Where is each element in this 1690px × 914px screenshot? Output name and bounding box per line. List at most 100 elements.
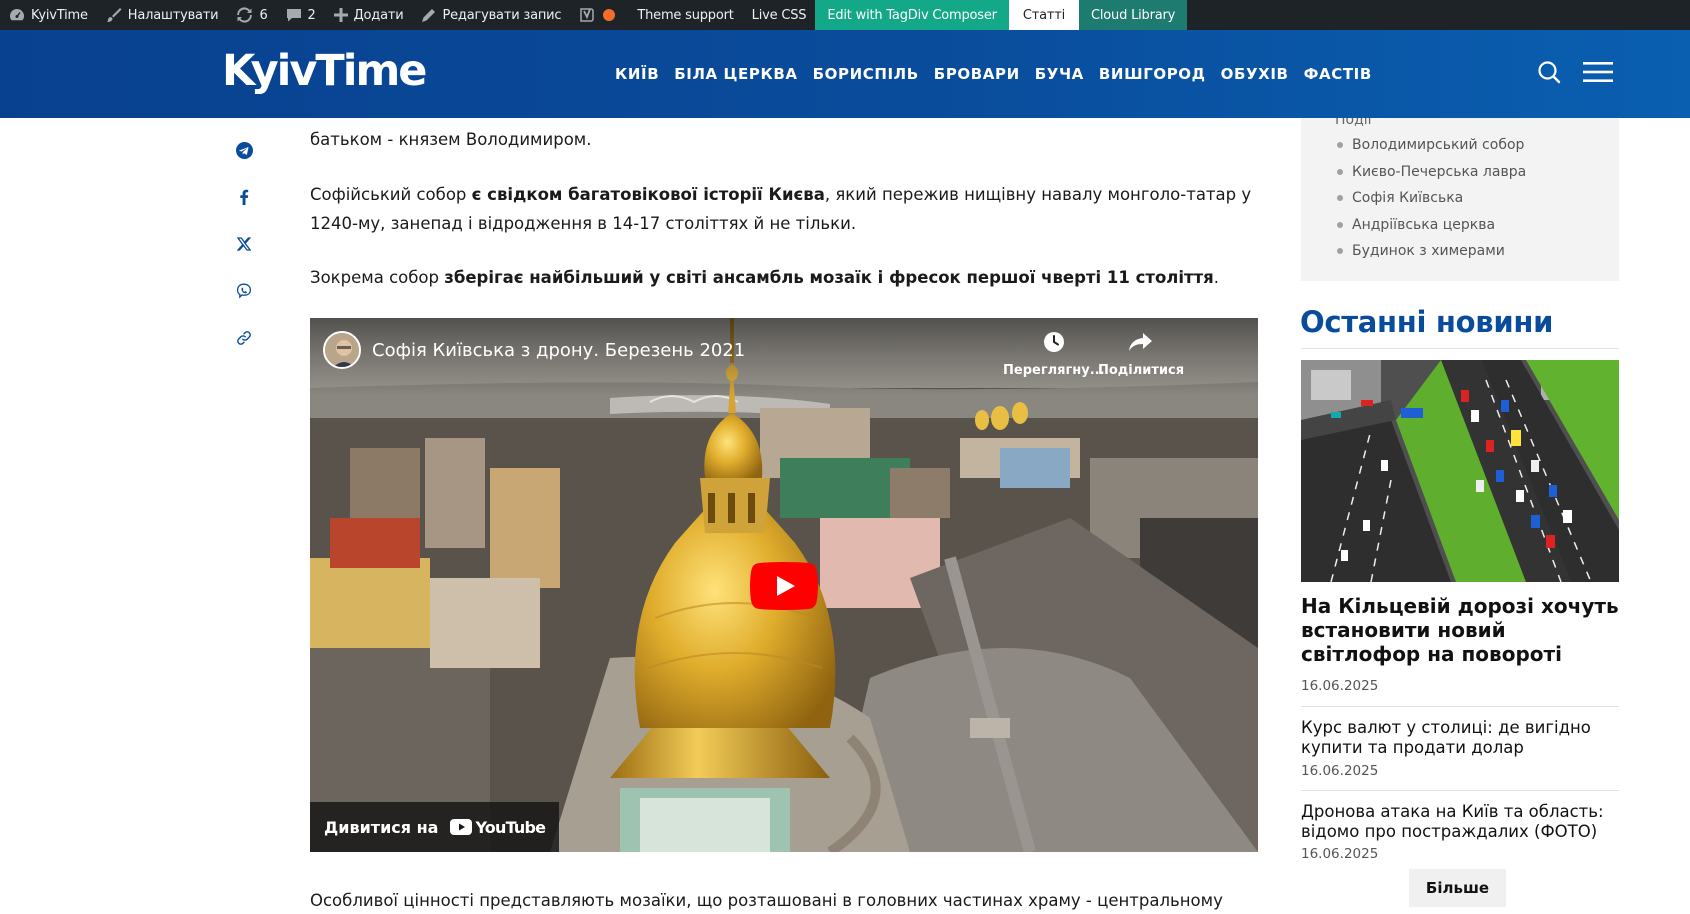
news-3-title[interactable]: Дронова атака на Київ та область: відомо… <box>1301 802 1619 841</box>
admin-updates-count: 6 <box>259 7 268 23</box>
sidebar-links-box: Події Володимирський собор Києво-Печерсь… <box>1301 112 1619 281</box>
p2-text-start: Софійський собор <box>310 185 472 204</box>
news-1-image[interactable] <box>1301 360 1619 582</box>
admin-yoast[interactable] <box>570 0 628 30</box>
watch-on-label: Дивитися на <box>324 817 439 837</box>
sidebar-link-lavra[interactable]: Києво-Печерська лавра <box>1337 159 1526 186</box>
news-divider-2 <box>1301 790 1619 791</box>
video-share-button[interactable]: Поділитися <box>1098 330 1184 378</box>
yoast-icon <box>580 8 595 22</box>
more-news-button[interactable]: Більше <box>1409 869 1506 907</box>
article-paragraph-3: Зокрема собор зберігає найбільший у світ… <box>310 263 1258 292</box>
p2-bold-text: є свідком багатовікової історії Києва <box>471 185 825 204</box>
main-nav: КИЇВ БІЛА ЦЕРКВА БОРИСПІЛЬ БРОВАРИ БУЧА … <box>615 30 1387 118</box>
nav-item-obukhiv[interactable]: ОБУХІВ <box>1221 65 1289 83</box>
admin-tagdiv-label: Edit with TagDiv Composer <box>827 7 997 23</box>
menu-icon[interactable] <box>1583 62 1613 86</box>
admin-live-css-label: Live CSS <box>751 7 807 23</box>
play-button[interactable] <box>750 562 818 610</box>
latest-news-heading: Останні новини <box>1300 305 1554 339</box>
nav-item-fastiv[interactable]: ФАСТІВ <box>1304 65 1372 83</box>
sidebar-link-sofia[interactable]: Софія Київська <box>1337 185 1526 212</box>
admin-add-new-label: Додати <box>353 7 404 23</box>
article-paragraph-2: Софійський собор є свідком багатовікової… <box>310 180 1258 238</box>
news-divider-1 <box>1301 706 1619 707</box>
brush-icon <box>106 8 122 22</box>
nav-item-vyshhorod[interactable]: ВИШГОРОД <box>1099 65 1206 83</box>
admin-live-css[interactable]: Live CSS <box>743 0 816 30</box>
site-header: KyivTime КИЇВ БІЛА ЦЕРКВА БОРИСПІЛЬ БРОВ… <box>0 30 1690 118</box>
admin-site-name[interactable]: KyivTime <box>0 0 97 30</box>
admin-customize-label: Налаштувати <box>127 7 219 23</box>
admin-add-new[interactable]: Додати <box>325 0 413 30</box>
p3-text-start: Зокрема собор <box>310 268 445 287</box>
sidebar-link-khymery[interactable]: Будинок з химерами <box>1337 238 1526 265</box>
share-copy-link[interactable] <box>232 326 256 350</box>
youtube-play-icon <box>750 562 818 610</box>
admin-cloud-library[interactable]: Cloud Library <box>1079 0 1188 30</box>
admin-theme-support[interactable]: Theme support <box>628 0 742 30</box>
share-facebook[interactable] <box>232 185 256 209</box>
news-2-date: 16.06.2025 <box>1301 763 1379 779</box>
admin-articles[interactable]: Статті <box>1008 0 1080 30</box>
watch-later-label: Переглягну... <box>1003 363 1105 378</box>
news-1-date: 16.06.2025 <box>1301 678 1379 694</box>
share-viber[interactable] <box>232 279 256 303</box>
plus-icon <box>333 8 348 22</box>
article-paragraph-4: Особливої цінності представляють мозаїки… <box>310 891 1223 910</box>
sidebar-link-volodymyrskyi[interactable]: Володимирський собор <box>1337 132 1526 159</box>
comment-icon <box>286 9 301 22</box>
share-x[interactable] <box>232 232 256 256</box>
p3-text-end: . <box>1213 268 1219 287</box>
youtube-wordmark: YouTube <box>475 817 546 837</box>
youtube-embed[interactable]: Софія Київська з дрону. Березень 2021 Пе… <box>310 318 1258 852</box>
p3-bold-text: зберігає найбільший у світі ансамбль моз… <box>444 268 1214 287</box>
admin-updates[interactable]: 6 <box>227 0 276 30</box>
updates-icon <box>237 7 253 23</box>
news-2-title[interactable]: Курс валют у столиці: де вигідно купити … <box>1301 718 1619 757</box>
nav-item-kyiv[interactable]: КИЇВ <box>615 65 659 83</box>
dashboard-icon <box>10 9 24 21</box>
nav-item-bila-tserkva[interactable]: БІЛА ЦЕРКВА <box>674 65 797 83</box>
nav-item-bucha[interactable]: БУЧА <box>1035 65 1084 83</box>
sidebar-link-andriivska[interactable]: Андріївська церква <box>1337 212 1526 239</box>
share-column <box>232 138 256 373</box>
facebook-icon <box>240 189 249 205</box>
admin-comments[interactable]: 2 <box>277 0 325 30</box>
video-title[interactable]: Софія Київська з дрону. Березень 2021 <box>372 340 745 361</box>
youtube-logo: YouTube <box>450 817 546 837</box>
latest-news-divider <box>1301 348 1619 349</box>
article-paragraph-1: батьком - князем Володимиром. <box>310 130 592 149</box>
admin-articles-label: Статті <box>1022 7 1066 23</box>
clock-icon <box>1043 332 1064 352</box>
yoast-status-dot <box>603 9 616 21</box>
wp-admin-bar: KyivTime Налаштувати 6 2 Додати Редагува… <box>0 0 1690 30</box>
channel-avatar[interactable] <box>323 331 361 369</box>
viber-icon <box>236 283 252 299</box>
site-logo[interactable]: KyivTime <box>222 46 427 96</box>
sidebar-links-list: Володимирський собор Києво-Печерська лав… <box>1337 132 1526 265</box>
admin-theme-support-label: Theme support <box>637 7 734 23</box>
nav-item-brovary[interactable]: БРОВАРИ <box>934 65 1020 83</box>
pencil-icon <box>422 8 436 22</box>
youtube-logo-icon <box>450 819 473 835</box>
admin-edit-post-label: Редагувати запис <box>442 7 562 23</box>
admin-cloud-library-label: Cloud Library <box>1091 7 1176 23</box>
news-1-title[interactable]: На Кільцевій дорозі хочуть встановити но… <box>1301 594 1619 666</box>
watch-later-button[interactable]: Переглягну... <box>1003 330 1105 378</box>
road-render-image <box>1301 360 1619 582</box>
telegram-icon <box>235 141 253 159</box>
video-share-label: Поділитися <box>1098 363 1185 378</box>
share-telegram[interactable] <box>232 138 256 162</box>
admin-comments-count: 2 <box>307 7 316 23</box>
admin-customize[interactable]: Налаштувати <box>97 0 228 30</box>
search-icon[interactable] <box>1537 60 1561 88</box>
nav-item-boryspil[interactable]: БОРИСПІЛЬ <box>813 65 919 83</box>
admin-tagdiv-composer[interactable]: Edit with TagDiv Composer <box>815 0 1009 30</box>
watch-on-youtube[interactable]: Дивитися на YouTube <box>310 802 560 852</box>
x-icon <box>237 237 251 251</box>
share-arrow-icon <box>1129 333 1153 351</box>
admin-edit-post[interactable]: Редагувати запис <box>412 0 570 30</box>
admin-site-name-label: KyivTime <box>31 7 88 23</box>
link-icon <box>237 331 251 345</box>
